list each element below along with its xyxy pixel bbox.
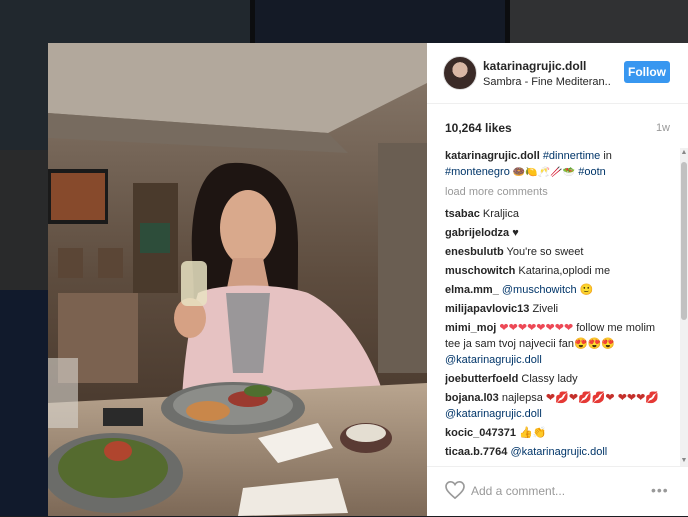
comment-text: Kraljica [482, 208, 519, 220]
caption-username[interactable]: katarinagrujic.doll [445, 150, 540, 162]
comment-item: elma.mm_ @muschowitch 🙂 [445, 282, 671, 298]
load-more-comments-link[interactable]: load more comments [445, 184, 671, 200]
comment-item: ticaa.b.7764 @katarinagrujic.doll [445, 444, 671, 460]
comment-item: gabrijelodza ♥ [445, 225, 671, 241]
comment-username[interactable]: elma.mm_ [445, 284, 499, 296]
comment-item: mimi_moj ❤❤❤❤❤❤❤❤ follow me molim tee ja… [445, 320, 671, 368]
hashtag-link[interactable]: #ootn [578, 166, 606, 178]
post-detail-panel: katarinagrujic.doll Sambra - Fine Medite… [427, 43, 688, 516]
ellipsis-icon[interactable]: ••• [651, 482, 669, 498]
comment-username[interactable]: kocic_047371 [445, 427, 516, 439]
comment-text: 🙂 [579, 284, 594, 296]
comments-scrollbar[interactable]: ▲ ▼ [680, 148, 688, 466]
comment-username[interactable]: enesbulutb [445, 246, 504, 258]
comment-text: Ziveli [532, 303, 559, 315]
comment-item: kocic_047371 👍👏 [445, 425, 671, 441]
comment-username[interactable]: ticaa.b.7764 [445, 446, 507, 458]
comment-item: enesbulutb You're so sweet [445, 244, 671, 260]
scrollbar-thumb[interactable] [681, 162, 687, 320]
hashtag-link[interactable]: #montenegro [445, 166, 510, 178]
comment-text: Classy lady [521, 373, 578, 385]
scroll-down-arrow-icon[interactable]: ▼ [680, 456, 688, 466]
scroll-up-arrow-icon[interactable]: ▲ [680, 148, 688, 158]
comment-username[interactable]: tsabac [445, 208, 480, 220]
mention-link[interactable]: @katarinagrujic.doll [510, 446, 607, 458]
comment-text: ♥ [512, 227, 519, 239]
add-comment-bar: Add a comment... ••• [427, 466, 688, 517]
heart-outline-icon[interactable] [445, 481, 465, 499]
like-count[interactable]: 10,264 likes [445, 121, 512, 135]
post-header: katarinagrujic.doll Sambra - Fine Medite… [427, 43, 688, 104]
post-photo[interactable] [48, 43, 427, 516]
comment-item: bojana.l03 najlepsa ❤💋❤💋💋❤ ❤❤❤💋 @katarin… [445, 390, 671, 422]
comment-username[interactable]: milijapavlovic13 [445, 303, 529, 315]
comment-text: Katarina,oplodi me [518, 265, 611, 277]
post-age[interactable]: 1w [656, 122, 670, 134]
mention-link[interactable]: @katarinagrujic.doll [445, 354, 542, 366]
comment-username[interactable]: muschowitch [445, 265, 515, 277]
comment-emojis: ❤💋❤💋💋❤ ❤❤❤💋 [545, 392, 660, 404]
post-location[interactable]: Sambra - Fine Mediteran.. [483, 76, 611, 88]
comment-text: najlepsa [501, 392, 543, 404]
mention-link[interactable]: @muschowitch [502, 284, 577, 296]
dinner-photo-illustration [48, 43, 427, 516]
hashtag-link[interactable]: #dinnertime [543, 150, 600, 162]
caption-emojis: 🍩🍋🥂🥢🥗 [512, 167, 576, 178]
mention-link[interactable]: @katarinagrujic.doll [445, 408, 542, 420]
comment-item: joebutterfoeld Classy lady [445, 371, 671, 387]
comment-username[interactable]: joebutterfoeld [445, 373, 518, 385]
comment-emojis: ❤❤❤❤❤❤❤❤ [499, 322, 574, 334]
avatar[interactable] [443, 56, 477, 90]
comment-username[interactable]: mimi_moj [445, 322, 496, 334]
comment-username[interactable]: gabrijelodza [445, 227, 509, 239]
follow-button[interactable]: Follow [624, 61, 670, 83]
caption-text: in [603, 150, 612, 162]
post-username[interactable]: katarinagrujic.doll [483, 59, 586, 73]
comment-text: You're so sweet [506, 246, 584, 258]
comment-item: muschowitch Katarina,oplodi me [445, 263, 671, 279]
add-comment-input[interactable]: Add a comment... [471, 484, 565, 498]
comment-item: milijapavlovic13 Ziveli [445, 301, 671, 317]
comment-text: 👍👏 [519, 427, 547, 439]
comment-username[interactable]: bojana.l03 [445, 392, 499, 404]
caption: katarinagrujic.doll #dinnertime in #mont… [445, 148, 671, 181]
comment-item: tsabac Kraljica [445, 206, 671, 222]
comments-list: katarinagrujic.doll #dinnertime in #mont… [445, 148, 671, 466]
